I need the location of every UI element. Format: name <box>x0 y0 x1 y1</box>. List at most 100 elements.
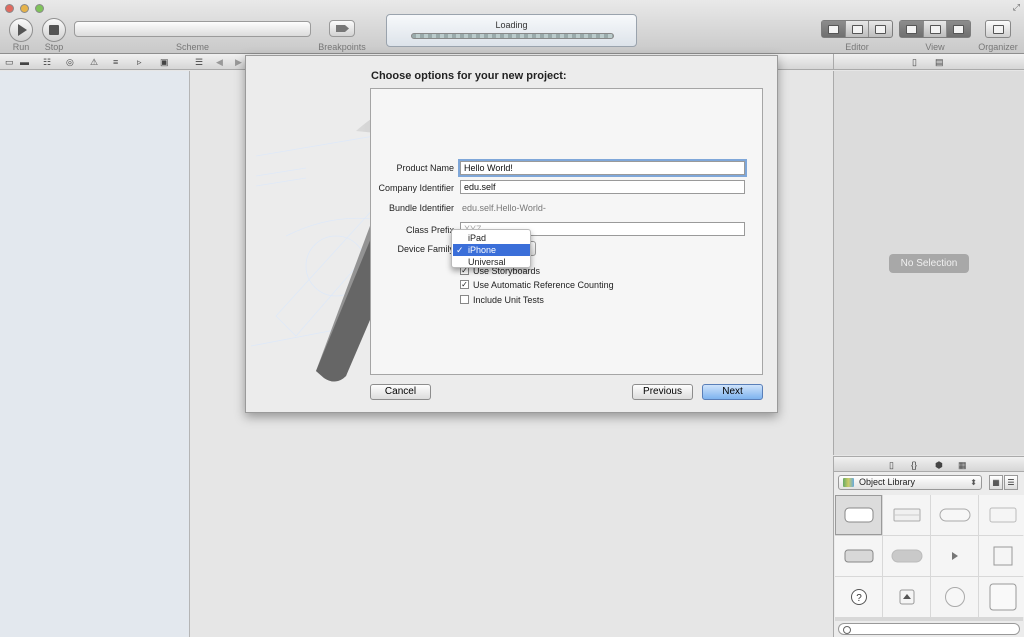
use-arc-checkbox[interactable]: ✓ <box>460 280 469 289</box>
navigator-toggle-button[interactable] <box>900 21 924 37</box>
inspector-selector-bar: ▯ ▤ <box>833 54 1024 70</box>
scheme-label: Scheme <box>175 42 210 52</box>
breakpoints-label: Breakpoints <box>318 42 366 52</box>
quick-help-icon[interactable]: ▤ <box>935 57 944 67</box>
library-selector-bar: ▯ {} ⬢ ▦ <box>833 456 1024 472</box>
search-navigator-icon[interactable]: ◎ <box>66 57 74 67</box>
related-items-icon[interactable]: ☰ <box>195 57 203 67</box>
debug-area-toggle-button[interactable] <box>924 21 948 37</box>
stop-label: Stop <box>44 42 64 52</box>
run-label: Run <box>12 42 30 52</box>
utilities-toggle-button[interactable] <box>947 21 971 37</box>
editor-label: Editor <box>845 42 869 52</box>
navigator-selector-bar: ▭ ▬ ☷ ◎ ⚠ ≡ ▹ ▣ <box>0 54 190 70</box>
issue-navigator-icon[interactable]: ⚠ <box>90 57 98 67</box>
media-library-icon[interactable]: ▦ <box>958 460 967 470</box>
view-label: View <box>925 42 945 52</box>
search-icon <box>843 626 851 634</box>
organizer-button[interactable] <box>985 20 1011 38</box>
library-item-switch[interactable] <box>835 536 882 576</box>
use-arc-label: Use Automatic Reference Counting <box>473 280 614 290</box>
code-snippet-library-icon[interactable]: {} <box>911 460 917 470</box>
up-triangle-icon <box>899 589 914 605</box>
company-identifier-field[interactable] <box>460 180 745 194</box>
breakpoint-icon <box>336 25 349 32</box>
product-name-field[interactable] <box>458 159 747 177</box>
library-item-rounded-rect-button[interactable] <box>835 495 882 535</box>
close-window-button[interactable] <box>5 4 14 13</box>
device-option-ipad[interactable]: iPad <box>453 232 530 244</box>
fullscreen-icon[interactable]: ⤢ <box>1013 2 1020 13</box>
zoom-window-button[interactable] <box>35 4 44 13</box>
bottom-pane-icon <box>929 24 941 34</box>
file-template-library-icon[interactable]: ▯ <box>889 460 894 470</box>
organizer-icon <box>992 24 1004 34</box>
library-item-activity-indicator[interactable] <box>931 577 978 617</box>
unit-tests-label: Include Unit Tests <box>473 295 544 305</box>
right-pane-icon <box>953 24 965 34</box>
log-navigator-icon[interactable]: ▣ <box>160 57 169 67</box>
device-family-menu: iPad ✓ iPhone Universal <box>451 229 531 268</box>
device-option-iphone[interactable]: ✓ iPhone <box>453 244 530 256</box>
stop-button[interactable] <box>42 18 66 42</box>
standard-editor-icon <box>827 24 839 34</box>
svg-text:?: ? <box>856 593 862 604</box>
object-library-icon[interactable]: ⬢ <box>935 460 943 470</box>
sheet-title: Choose options for your new project: <box>371 70 567 82</box>
activity-viewer: Loading <box>386 14 637 47</box>
product-name-label: Product Name <box>396 163 454 173</box>
standard-editor-button[interactable] <box>822 21 846 37</box>
next-button[interactable]: Next <box>702 384 763 400</box>
company-identifier-label: Company Identifier <box>378 183 454 193</box>
view-segmented-control[interactable] <box>899 20 971 38</box>
assistant-editor-button[interactable] <box>846 21 870 37</box>
device-option-universal[interactable]: Universal <box>453 256 530 268</box>
library-item-view[interactable] <box>979 577 1024 617</box>
editor-segmented-control[interactable] <box>821 20 893 38</box>
icon-view-button[interactable]: ▦ <box>989 475 1003 490</box>
version-editor-button[interactable] <box>869 21 892 37</box>
library-item-progress-view[interactable] <box>883 536 930 576</box>
file-inspector-icon[interactable]: ▯ <box>912 57 917 67</box>
navigator-panel <box>0 71 190 637</box>
project-navigator-icon[interactable]: ▬ <box>20 57 29 67</box>
run-button[interactable] <box>9 18 33 42</box>
library-item-text-field[interactable] <box>931 495 978 535</box>
library-item-disclosure-arrow[interactable] <box>931 536 978 576</box>
class-prefix-label: Class Prefix <box>405 225 454 235</box>
library-item-segmented-control[interactable] <box>883 495 930 535</box>
list-view-button[interactable]: ☰ <box>1004 475 1018 490</box>
left-pane-icon <box>905 24 917 34</box>
breakpoint-navigator-icon[interactable]: ▹ <box>137 57 142 67</box>
device-family-label: Device Family <box>397 244 454 254</box>
breakpoints-button[interactable] <box>329 20 355 37</box>
cancel-button[interactable]: Cancel <box>370 384 431 400</box>
collapse-icon[interactable]: ▭ <box>5 57 14 67</box>
bundle-identifier-label: Bundle Identifier <box>388 203 454 213</box>
library-item-page-control[interactable] <box>979 536 1024 576</box>
assistant-editor-icon <box>851 24 863 34</box>
unit-tests-checkbox[interactable] <box>460 295 469 304</box>
list-view-icon: ☰ <box>1007 478 1015 487</box>
window-toolbar: ⤢ Run Stop Scheme Breakpoints Loading Ed… <box>0 0 1024 54</box>
debug-navigator-icon[interactable]: ≡ <box>113 57 118 67</box>
previous-button[interactable]: Previous <box>632 384 693 400</box>
library-selector-label: Object Library <box>859 477 916 487</box>
back-arrow-icon[interactable]: ◀ <box>216 57 223 67</box>
library-search-field[interactable] <box>838 623 1020 635</box>
no-selection-badge: No Selection <box>889 254 969 273</box>
forward-arrow-icon[interactable]: ▶ <box>235 57 242 67</box>
library-selector-popup[interactable]: Object Library ⬍ <box>838 475 982 490</box>
library-item-stepper[interactable] <box>883 577 930 617</box>
object-library-grid: ? <box>835 495 1024 621</box>
organizer-label: Organizer <box>978 42 1018 52</box>
minimize-window-button[interactable] <box>20 4 29 13</box>
checkmark-icon: ✓ <box>456 245 464 255</box>
symbol-navigator-icon[interactable]: ☷ <box>43 57 51 67</box>
scheme-popup[interactable] <box>74 21 311 37</box>
bundle-identifier-value: edu.self.Hello-World- <box>462 203 546 213</box>
library-item-slider[interactable] <box>979 495 1024 535</box>
library-item-help-button[interactable]: ? <box>835 577 882 617</box>
updown-arrows-icon: ⬍ <box>970 478 977 487</box>
activity-status-text: Loading <box>495 20 528 30</box>
